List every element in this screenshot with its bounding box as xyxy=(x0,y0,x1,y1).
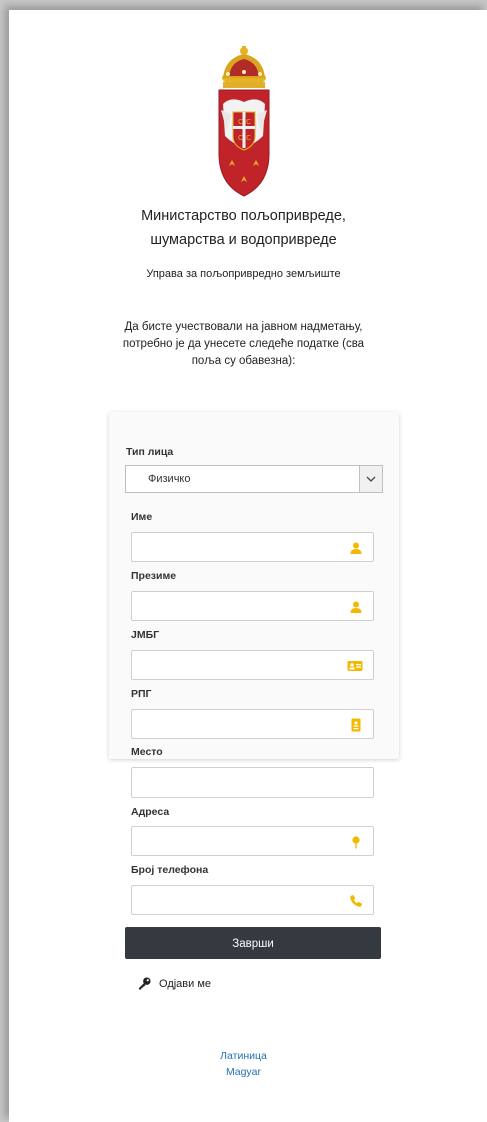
type-label: Тип лица xyxy=(126,446,174,458)
window-frame-top xyxy=(0,0,487,10)
badge-icon xyxy=(351,718,361,732)
rpg-field[interactable] xyxy=(131,709,374,739)
user-icon xyxy=(350,601,362,613)
department-name: Управа за пољопривредно земљиште xyxy=(146,268,341,280)
id-card-icon xyxy=(347,661,363,671)
jmbg-label: ЈМБГ xyxy=(131,629,160,641)
address-label: Адреса xyxy=(131,806,170,818)
logout-label: Одјави ме xyxy=(159,977,212,990)
submit-button[interactable]: Заврши xyxy=(125,927,381,959)
phone-icon xyxy=(350,895,362,907)
address-input[interactable] xyxy=(138,833,342,847)
last-name-input[interactable] xyxy=(138,598,342,612)
jmbg-field[interactable] xyxy=(131,650,374,680)
intro-text: Да бисте учествовали на јавном надметању… xyxy=(122,321,365,367)
first-name-field[interactable] xyxy=(131,532,374,562)
rpg-label: РПГ xyxy=(131,688,152,700)
first-name-label: Име xyxy=(131,511,153,523)
key-icon xyxy=(138,977,151,990)
ministry-name-line2: шумарства и водопривреде xyxy=(150,232,337,248)
window-frame-left xyxy=(0,0,9,1122)
rpg-input[interactable] xyxy=(138,716,342,730)
phone-field[interactable] xyxy=(131,885,374,915)
last-name-field[interactable] xyxy=(131,591,374,621)
phone-label: Број телефона xyxy=(131,864,209,876)
lang-latin-link[interactable]: Латиница xyxy=(0,1050,487,1062)
person-type-select[interactable]: Физичко xyxy=(125,465,383,493)
chevron-down-icon[interactable] xyxy=(359,466,382,492)
logout-link[interactable]: Одјави ме xyxy=(138,977,211,990)
svg-text:С: С xyxy=(246,134,251,142)
place-field[interactable] xyxy=(131,767,374,798)
address-field[interactable] xyxy=(131,826,374,856)
person-type-value: Физичко xyxy=(148,473,191,485)
place-input[interactable] xyxy=(138,774,342,788)
svg-text:С: С xyxy=(246,118,251,126)
last-name-label: Презиме xyxy=(131,570,177,582)
place-label: Место xyxy=(131,746,163,758)
jmbg-input[interactable] xyxy=(138,657,342,671)
coat-of-arms-icon: С С С С xyxy=(218,46,270,197)
svg-text:С: С xyxy=(238,118,243,126)
lang-hungarian-link[interactable]: Magyar xyxy=(0,1066,487,1078)
svg-text:С: С xyxy=(238,134,243,142)
user-icon xyxy=(350,542,362,554)
ministry-name-line1: Министарство пољопривреде, xyxy=(141,208,346,224)
phone-input[interactable] xyxy=(138,892,342,906)
map-marker-icon xyxy=(352,836,360,849)
first-name-input[interactable] xyxy=(138,539,342,553)
